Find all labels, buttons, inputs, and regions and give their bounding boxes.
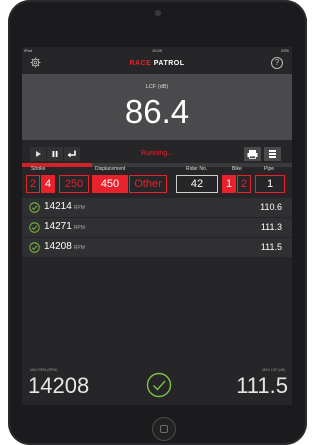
displacement-250-button[interactable]: 250 [59, 175, 89, 193]
max-lcf-label: MAX LCF (dB) [262, 368, 285, 372]
result-rpm-unit: RPM [73, 205, 85, 211]
pass-check-icon [146, 372, 172, 398]
result-rpm: 14214 RPM [44, 201, 85, 212]
result-rpm-value: 14271 [44, 221, 72, 232]
displacement-450-button[interactable]: 450 [92, 175, 128, 193]
check-circle-icon [29, 202, 40, 213]
result-rpm-value: 14214 [44, 201, 72, 212]
check-circle-icon [29, 242, 40, 253]
meter-value: 86.4 [124, 93, 190, 130]
printer-icon [247, 150, 258, 159]
result-db: 110.6 [260, 202, 282, 212]
result-db: 111.3 [260, 222, 282, 232]
max-rpm-label: MAX RPM (RPM) [30, 368, 58, 372]
battery-level: 23% [280, 48, 289, 53]
controls-bar: Running... [22, 145, 292, 163]
bike-1-button[interactable]: 1 [222, 175, 236, 193]
check-circle-icon [29, 222, 40, 233]
stroke-4-button[interactable]: 4 [41, 175, 55, 193]
bike-label: Bike [232, 166, 242, 172]
result-row[interactable]: 14214 RPM 110.6 [22, 198, 292, 218]
result-rpm-value: 14208 [44, 241, 72, 252]
home-button[interactable] [152, 417, 176, 441]
rider-no-label: Rider No. [186, 166, 208, 172]
displacement-other-button[interactable]: Other [129, 175, 167, 193]
logo-patrol: PATROL [151, 60, 185, 67]
status-bar: iPad 10:09 23% [22, 47, 292, 54]
field-labels: Stroke Displacement Rider No. Bike Pipe [22, 166, 292, 174]
front-camera [155, 10, 161, 16]
help-icon[interactable]: ? [271, 57, 283, 69]
list-icon [269, 150, 276, 158]
logo-race: RACE [129, 60, 152, 67]
results-list: 14214 RPM 110.6 14271 RPM 111.3 14208 RPM 1… [22, 198, 292, 258]
app-screen: iPad 10:09 23% RACE PATROL ? LCF (dB) 86… [22, 47, 292, 405]
result-row[interactable]: 14271 RPM 111.3 [22, 218, 292, 238]
rider-number-input[interactable]: 42 [176, 175, 218, 193]
max-lcf-value: 111.5 [236, 373, 288, 398]
result-rpm-unit: RPM [73, 245, 85, 251]
print-button[interactable] [244, 147, 261, 161]
lcf-meter: LCF (dB) 86.4 [22, 74, 292, 167]
stroke-2-button[interactable]: 2 [26, 175, 40, 193]
app-logo: RACE PATROL [22, 60, 292, 67]
pipe-input[interactable]: 1 [255, 175, 285, 193]
clock: 10:09 [151, 48, 162, 53]
result-rpm-unit: RPM [73, 225, 85, 231]
result-row[interactable]: 14208 RPM 111.5 [22, 238, 292, 258]
bike-2-button[interactable]: 2 [237, 175, 251, 193]
app-header: RACE PATROL ? [22, 54, 292, 74]
stroke-label: Stroke [31, 166, 46, 172]
list-button[interactable] [264, 147, 281, 161]
pipe-label: Pipe [264, 166, 275, 172]
result-rpm: 14208 RPM [44, 241, 85, 252]
displacement-label: Displacement [95, 166, 126, 172]
result-rpm: 14271 RPM [44, 221, 85, 232]
max-rpm-value: 14208 [28, 373, 90, 398]
meter-label: LCF (dB) [145, 84, 169, 90]
selector-row: 2 4 250 450 Other 42 1 2 1 [22, 175, 292, 193]
result-db: 111.5 [260, 242, 282, 252]
